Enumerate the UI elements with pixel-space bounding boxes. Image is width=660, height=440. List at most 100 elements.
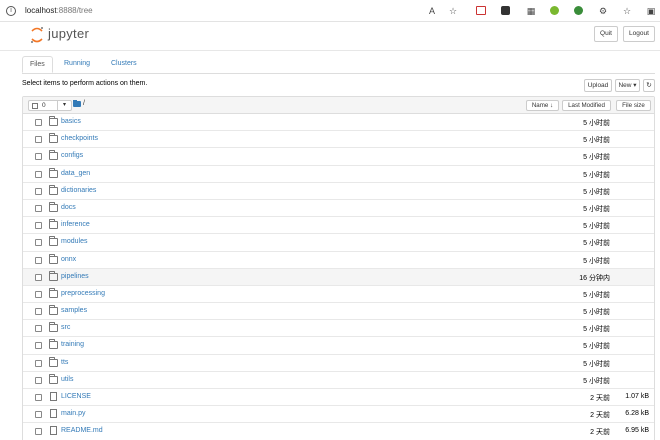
folder-icon	[49, 253, 58, 264]
extension-box-icon[interactable]	[500, 5, 512, 17]
item-checkbox[interactable]	[35, 136, 42, 144]
list-item[interactable]: checkpoints 5 小时前	[23, 131, 654, 149]
list-item[interactable]: onnx 5 小时前	[23, 251, 654, 269]
list-item[interactable]: training 5 小时前	[23, 337, 654, 355]
item-name-link[interactable]: modules	[61, 238, 87, 245]
chevron-down-icon[interactable]: ▾	[57, 101, 71, 110]
list-item[interactable]: samples 5 小时前	[23, 303, 654, 321]
item-name-link[interactable]: LICENSE	[61, 393, 91, 400]
file-list: 0 ▾ / Name ↓ Last Modified File size bas…	[22, 96, 655, 440]
sort-by-file-size-button[interactable]: File size	[616, 100, 651, 111]
jupyter-logo[interactable]: jupyter	[30, 26, 140, 44]
extensions-icon[interactable]: ⚙	[597, 5, 609, 17]
sort-by-name-button[interactable]: Name ↓	[526, 100, 559, 111]
read-aloud-icon[interactable]: A	[426, 5, 438, 17]
list-item[interactable]: preprocessing 5 小时前	[23, 285, 654, 304]
item-name-link[interactable]: dictionaries	[61, 187, 96, 194]
item-checkbox[interactable]	[35, 428, 42, 436]
item-checkbox[interactable]	[35, 153, 42, 161]
item-checkbox[interactable]	[35, 376, 42, 384]
folder-icon	[49, 236, 58, 247]
item-modified: 2 天前	[590, 429, 610, 437]
list-item[interactable]: utils 5 小时前	[23, 371, 654, 389]
item-checkbox[interactable]	[35, 222, 42, 230]
item-name-link[interactable]: checkpoints	[61, 135, 98, 142]
quit-button[interactable]: Quit	[594, 26, 618, 42]
upload-button[interactable]: Upload	[584, 79, 612, 92]
item-checkbox[interactable]	[35, 308, 42, 316]
new-dropdown-button[interactable]: New ▾	[615, 79, 640, 92]
item-checkbox[interactable]	[35, 342, 42, 350]
item-checkbox[interactable]	[35, 290, 42, 298]
item-name-link[interactable]: docs	[61, 204, 76, 211]
item-name-link[interactable]: onnx	[61, 256, 76, 263]
site-info-icon[interactable]: i	[6, 6, 16, 16]
item-name-link[interactable]: data_gen	[61, 170, 90, 177]
list-item[interactable]: inference 5 小时前	[23, 217, 654, 235]
item-checkbox[interactable]	[35, 359, 42, 367]
list-item[interactable]: docs 5 小时前	[23, 199, 654, 218]
tab-files[interactable]: Files	[22, 56, 53, 73]
list-item[interactable]: basics 5 小时前	[23, 114, 654, 132]
item-name-link[interactable]: preprocessing	[61, 290, 105, 297]
list-item[interactable]: tts 5 小时前	[23, 354, 654, 372]
item-name-link[interactable]: basics	[61, 118, 81, 125]
folder-icon	[49, 133, 58, 144]
list-item[interactable]: main.py 2 天前 6.28 kB	[23, 406, 654, 424]
list-item[interactable]: configs 5 小时前	[23, 148, 654, 166]
file-list-rows: basics 5 小时前 checkpoints 5 小时前 configs 5 小时前 d…	[23, 114, 654, 440]
item-name-link[interactable]: tts	[61, 359, 68, 366]
refresh-icon[interactable]: ↻	[643, 79, 655, 92]
home-folder-icon[interactable]	[73, 100, 81, 107]
item-name-link[interactable]: configs	[61, 152, 83, 159]
item-checkbox[interactable]	[35, 256, 42, 264]
list-item[interactable]: pipelines 16 分钟内	[23, 268, 654, 286]
item-checkbox[interactable]	[35, 411, 42, 419]
url-field[interactable]: localhost:8888/tree	[25, 6, 93, 15]
collections-icon[interactable]: ▣	[645, 5, 657, 17]
favorites-icon[interactable]: ☆	[621, 5, 633, 17]
extension-green-icon[interactable]	[549, 5, 561, 17]
item-name-link[interactable]: src	[61, 324, 70, 331]
browser-address-bar: i localhost:8888/tree A ☆ ▦ ⚙ ☆ ▣	[0, 0, 660, 22]
tab-clusters[interactable]: Clusters	[104, 56, 144, 73]
item-checkbox[interactable]	[35, 325, 42, 333]
item-name-link[interactable]: inference	[61, 221, 90, 228]
folder-icon	[49, 305, 58, 316]
item-checkbox[interactable]	[35, 273, 42, 281]
file-icon	[50, 409, 57, 419]
extension-video-icon[interactable]	[475, 5, 487, 17]
breadcrumb[interactable]: /	[83, 100, 85, 107]
item-modified: 5 小时前	[583, 343, 610, 351]
list-item[interactable]: dictionaries 5 小时前	[23, 182, 654, 200]
list-item[interactable]: src 5 小时前	[23, 320, 654, 338]
item-name-link[interactable]: utils	[61, 376, 73, 383]
item-modified: 5 小时前	[583, 377, 610, 385]
item-checkbox[interactable]	[35, 170, 42, 178]
folder-icon	[49, 287, 58, 298]
item-name-link[interactable]: pipelines	[61, 273, 89, 280]
list-item[interactable]: LICENSE 2 天前 1.07 kB	[23, 389, 654, 407]
sort-by-last-modified-button[interactable]: Last Modified	[562, 100, 611, 111]
list-item[interactable]: modules 5 小时前	[23, 234, 654, 252]
item-name-link[interactable]: main.py	[61, 410, 86, 417]
item-checkbox[interactable]	[35, 204, 42, 212]
list-item[interactable]: README.md 2 天前 6.95 kB	[23, 423, 654, 440]
item-checkbox[interactable]	[35, 187, 42, 195]
select-all-dropdown[interactable]: 0 ▾	[28, 100, 72, 111]
item-checkbox[interactable]	[35, 394, 42, 401]
item-name-link[interactable]: samples	[61, 307, 87, 314]
logout-button[interactable]: Logout	[623, 26, 655, 42]
extension-globe-icon[interactable]	[573, 5, 585, 17]
item-checkbox[interactable]	[35, 239, 42, 247]
extension-grid-icon[interactable]: ▦	[525, 5, 537, 17]
favorite-add-icon[interactable]: ☆	[447, 5, 459, 17]
tab-running[interactable]: Running	[57, 56, 97, 73]
list-item[interactable]: data_gen 5 小时前	[23, 165, 654, 183]
item-name-link[interactable]: training	[61, 341, 84, 348]
folder-icon	[49, 322, 58, 333]
item-checkbox[interactable]	[35, 119, 42, 126]
select-all-checkbox[interactable]	[32, 103, 38, 109]
jupyter-logo-icon	[31, 27, 43, 43]
item-name-link[interactable]: README.md	[61, 427, 103, 434]
